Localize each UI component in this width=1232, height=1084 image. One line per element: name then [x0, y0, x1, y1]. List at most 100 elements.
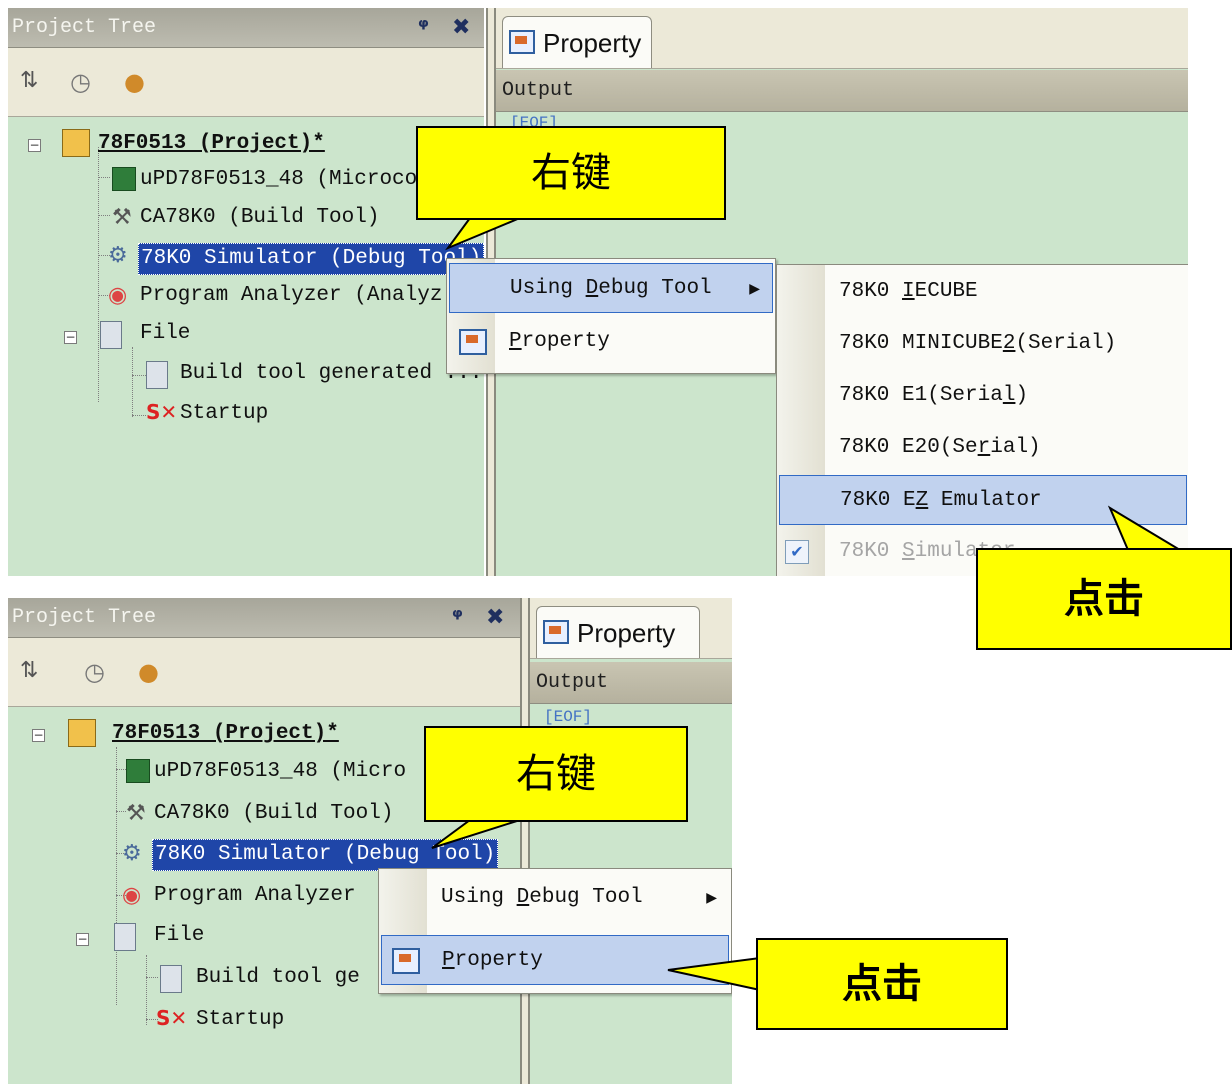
callout-right-click-top: 右键 [416, 126, 726, 220]
tree-connector [116, 811, 126, 812]
callout-right-click-bottom: 右键 [424, 726, 688, 822]
folder-icon [114, 923, 136, 951]
menu-label: ebug Tool [529, 886, 643, 909]
startup-icon: S✕ [156, 1006, 188, 1030]
tree-item-build-tool[interactable]: CA78K0 (Build Tool) [140, 203, 379, 233]
tab-property-label: Property [577, 618, 676, 648]
project-tree-titlebar: Project Tree [8, 8, 484, 48]
menu-mnemonic: P [442, 949, 455, 972]
analyzer-icon: ◉ [122, 883, 142, 908]
collapse-icon[interactable]: − [32, 729, 45, 742]
tab-property[interactable]: Property [502, 16, 652, 68]
splitter[interactable] [520, 598, 530, 1084]
tree-item-project[interactable]: 78F0513 (Project)* [98, 129, 325, 159]
property-icon [543, 620, 569, 644]
output-header: Output [496, 70, 1188, 112]
tree-item-program-analyzer[interactable]: Program Analyzer (Analyz [140, 281, 442, 311]
menu-item-using-debug-tool[interactable]: Using Debug Tool ▶ [381, 873, 729, 923]
menu-label: Using [441, 886, 517, 909]
menu-label: 78K0 E20(Se [839, 436, 978, 459]
tree-connector [146, 977, 158, 978]
analyzer-icon: ◉ [108, 283, 128, 308]
menu-mnemonic: r [977, 436, 991, 459]
clock-icon[interactable]: ◷ [70, 68, 91, 96]
close-icon[interactable]: ✖ [452, 8, 470, 48]
collapse-icon[interactable]: − [76, 933, 89, 946]
project-icon [62, 129, 90, 157]
menu-item-property[interactable]: Property [381, 935, 729, 985]
tree-connector [132, 347, 133, 417]
user-icon[interactable]: ● [124, 68, 145, 96]
menu-label: roperty [454, 949, 543, 972]
menu-label: 78K0 MINICUBE [839, 332, 1003, 355]
collapse-icon[interactable]: − [64, 331, 77, 344]
tree-connector [132, 415, 146, 416]
menu-mnemonic: P [509, 330, 522, 353]
tree-item-file[interactable]: File [140, 319, 190, 349]
submenu-arrow-icon: ▶ [706, 890, 717, 906]
tree-item-build-tool[interactable]: CA78K0 (Build Tool) [154, 799, 393, 829]
tree-connector [132, 375, 146, 376]
tree-item-file[interactable]: File [154, 921, 204, 951]
submenu-item-e1[interactable]: 78K0 E1(Serial) [779, 371, 1187, 421]
checkmark-icon: ✔ [785, 540, 809, 564]
tree-connector [98, 177, 110, 178]
tree-item-debug-tool[interactable]: 78K0 Simulator (Debug Tool) [138, 243, 485, 275]
project-tree-pane: Project Tree ᵠ ✖ ⇅ ◷ ● − 78F0513 (Projec… [8, 8, 485, 576]
tree-item-microcontroller[interactable]: uPD78F0513_48 (Microco [140, 165, 417, 195]
menu-mnemonic: l [1002, 384, 1016, 407]
menu-mnemonic: S [902, 540, 915, 563]
close-icon[interactable]: ✖ [486, 598, 504, 638]
user-icon[interactable]: ● [138, 658, 159, 686]
callout-text: 点击 [1064, 576, 1144, 622]
tree-item-build-generated[interactable]: Build tool generated ... [180, 359, 482, 389]
collapse-icon[interactable]: − [28, 139, 41, 152]
menu-item-using-debug-tool[interactable]: Using Debug Tool ▶ [449, 263, 773, 313]
tree-item-microcontroller[interactable]: uPD78F0513_48 (Micro [154, 757, 406, 787]
callout-click-bottom: 点击 [756, 938, 1008, 1030]
tree-toolbar: ⇅ ◷ ● [8, 638, 520, 707]
chip-icon [126, 759, 150, 783]
menu-label: ) [1015, 384, 1029, 407]
bottom-screenshot: Project Tree ᵠ ✖ ⇅ ◷ ● − 78F0513 (Projec… [8, 598, 732, 1084]
tree-item-project[interactable]: 78F0513 (Project)* [112, 719, 339, 749]
top-screenshot: Project Tree ᵠ ✖ ⇅ ◷ ● − 78F0513 (Projec… [8, 8, 1188, 576]
project-tree-title: Project Tree [12, 606, 157, 629]
sort-icon[interactable]: ⇅ [20, 68, 38, 93]
tree-item-debug-tool[interactable]: 78K0 Simulator (Debug Tool) [152, 839, 499, 871]
property-icon [459, 329, 487, 355]
tree-connector [98, 147, 99, 402]
menu-item-property[interactable]: Property [449, 317, 773, 367]
pin-icon[interactable]: ᵠ [452, 598, 463, 638]
tree-item-startup[interactable]: Startup [196, 1005, 284, 1035]
context-menu: Using Debug Tool ▶ Property [378, 868, 732, 994]
tree-item-startup[interactable]: Startup [180, 399, 268, 429]
callout-text: 右键 [531, 150, 611, 196]
file-icon [160, 965, 182, 993]
tree-connector [116, 747, 117, 1005]
project-tree-titlebar: Project Tree [8, 598, 520, 638]
submenu-item-minicube2[interactable]: 78K0 MINICUBE2(Serial) [779, 319, 1187, 369]
tree-item-program-analyzer[interactable]: Program Analyzer [154, 881, 356, 911]
sort-icon[interactable]: ⇅ [20, 658, 38, 683]
project-tree-title: Project Tree [12, 16, 157, 39]
menu-label: 78K0 E1(Seria [839, 384, 1003, 407]
submenu-item-e20[interactable]: 78K0 E20(Serial) [779, 423, 1187, 473]
submenu-item-iecube[interactable]: 78K0 IECUBE [779, 267, 1187, 317]
menu-label: ECUBE [914, 280, 978, 303]
menu-mnemonic: 2 [1002, 332, 1016, 355]
menu-mnemonic: I [902, 280, 915, 303]
tree-connector [146, 955, 147, 1025]
tab-property[interactable]: Property [536, 606, 700, 658]
context-menu: Using Debug Tool ▶ Property [446, 258, 776, 374]
menu-mnemonic: Z [915, 489, 929, 512]
tree-item-build-generated[interactable]: Build tool ge [196, 963, 360, 993]
menu-label: Using [510, 277, 586, 300]
pin-icon[interactable]: ᵠ [418, 8, 429, 48]
submenu-arrow-icon: ▶ [749, 281, 760, 297]
debug-tool-icon: ⚙ [108, 243, 128, 268]
clock-icon[interactable]: ◷ [84, 658, 105, 686]
submenu-item-ez-emulator[interactable]: 78K0 EZ Emulator [779, 475, 1187, 525]
tree-connector [98, 215, 110, 216]
folder-icon [100, 321, 122, 349]
